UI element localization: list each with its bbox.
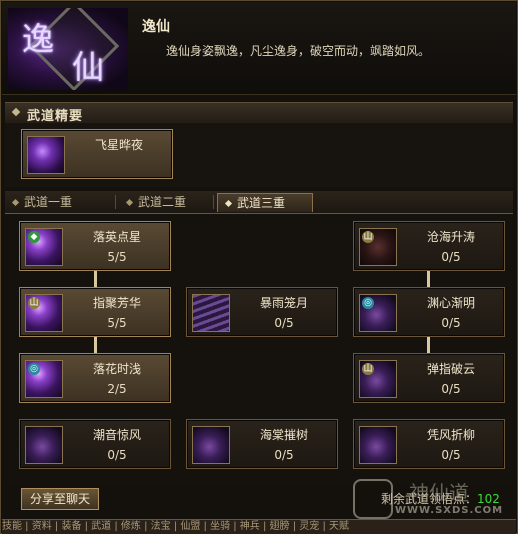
tier-tab-bar: 武道一重 武道二重 武道三重 — [5, 191, 513, 214]
school-description: 逸仙身姿飘逸，凡尘逸身，破空而动，飒踏如风。 — [166, 44, 431, 58]
storm-rain-skill-icon — [192, 294, 230, 332]
skill-level: 0/5 — [441, 382, 461, 396]
diamond-bullet-icon — [11, 198, 20, 206]
skill-level: 5/5 — [107, 250, 127, 264]
skill-level: 0/5 — [441, 250, 461, 264]
skill-level: 0/5 — [441, 448, 461, 462]
starry-night-skill-icon — [27, 136, 65, 174]
skill-name: 落英点星 — [92, 230, 141, 244]
element-badge-icon: ◎ — [28, 363, 40, 375]
skill-card-baoyu[interactable]: 暴雨笼月 0/5 — [186, 287, 338, 337]
skill-level: 0/5 — [274, 316, 294, 330]
element-badge-icon: 山 — [362, 231, 374, 243]
falling-petals-skill-icon: ◎ — [25, 360, 63, 398]
element-badge-icon: ◆ — [28, 231, 40, 243]
skill-card-luohua[interactable]: ◎ 落花时浅 2/5 — [19, 353, 171, 403]
wind-willow-skill-icon — [359, 426, 397, 464]
essence-panel: 飞星晔夜 — [5, 123, 513, 187]
finger-blossom-skill-icon: 山 — [25, 294, 63, 332]
skill-card-zhiju[interactable]: 山 指聚芳华 5/5 — [19, 287, 171, 337]
diamond-bullet-icon — [11, 107, 21, 117]
tree-connector — [94, 271, 97, 287]
skill-level: 2/5 — [107, 382, 127, 396]
skill-name: 沧海升涛 — [426, 230, 475, 244]
tab-tier-1-label: 武道一重 — [24, 195, 73, 209]
skill-card-chaoyin[interactable]: 潮音惊风 0/5 — [19, 419, 171, 469]
skill-name: 落花时浅 — [92, 362, 141, 376]
tab-tier-2[interactable]: 武道二重 — [119, 193, 211, 211]
tab-tier-3-label: 武道三重 — [237, 196, 286, 210]
crabapple-skill-icon — [192, 426, 230, 464]
tide-sound-skill-icon — [25, 426, 63, 464]
skill-name: 渊心渐明 — [426, 296, 475, 310]
tab-divider — [213, 195, 214, 209]
skill-card-pingfeng[interactable]: 凭风折柳 0/5 — [353, 419, 505, 469]
emblem-char-1: 逸 — [22, 20, 55, 58]
remaining-points-label: 剩余武道领悟点： — [381, 492, 478, 506]
essence-section-bar: 武道精要 — [5, 102, 513, 124]
tree-connector — [94, 337, 97, 353]
school-title: 逸仙 — [142, 19, 170, 35]
skill-card-yuanxin[interactable]: ◎ 渊心渐明 0/5 — [353, 287, 505, 337]
skill-card-luoying[interactable]: ◆ 落英点星 5/5 — [19, 221, 171, 271]
skill-card-tanzhi[interactable]: 山 弹指破云 0/5 — [353, 353, 505, 403]
ocean-wave-skill-icon: 山 — [359, 228, 397, 266]
tab-divider — [115, 195, 116, 209]
tree-connector — [427, 271, 430, 287]
skill-card-haitang[interactable]: 海棠摧树 0/5 — [186, 419, 338, 469]
element-badge-icon: 山 — [28, 297, 40, 309]
diamond-bullet-icon — [224, 199, 233, 207]
essence-skill-card[interactable]: 飞星晔夜 — [21, 129, 173, 179]
bottom-menu-strip[interactable]: 技能 | 资料 | 装备 | 武道 | 修炼 | 法宝 | 仙盟 | 坐骑 | … — [2, 519, 516, 534]
skill-name: 指聚芳华 — [92, 296, 141, 310]
falling-star-skill-icon: ◆ — [25, 228, 63, 266]
skill-header: 逸 仙 逸仙 逸仙身姿飘逸，凡尘逸身，破空而动，飒踏如风。 — [2, 2, 516, 95]
tab-tier-2-label: 武道二重 — [138, 195, 187, 209]
share-to-chat-button[interactable]: 分享至聊天 — [21, 488, 99, 510]
remaining-points: 剩余武道领悟点：102 — [381, 490, 500, 507]
remaining-points-value: 102 — [477, 492, 500, 506]
element-badge-icon: ◎ — [362, 297, 374, 309]
skill-name: 海棠摧树 — [259, 428, 308, 442]
element-badge-icon: 山 — [362, 363, 374, 375]
skill-card-canghai[interactable]: 山 沧海升涛 0/5 — [353, 221, 505, 271]
essence-section-label: 武道精要 — [27, 109, 84, 124]
skill-level: 0/5 — [441, 316, 461, 330]
skill-level: 0/5 — [107, 448, 127, 462]
abyss-heart-skill-icon: ◎ — [359, 294, 397, 332]
diamond-bullet-icon — [125, 198, 134, 206]
essence-skill-name: 飞星晔夜 — [94, 138, 143, 152]
skill-name: 暴雨笼月 — [259, 296, 308, 310]
tree-connector — [427, 337, 430, 353]
emblem-char-2: 仙 — [72, 48, 105, 86]
skill-name: 弹指破云 — [426, 362, 475, 376]
skill-window: 逸 仙 逸仙 逸仙身姿飘逸，凡尘逸身，破空而动，飒踏如风。 武道精要 飞星晔夜 … — [0, 0, 518, 534]
school-emblem: 逸 仙 — [8, 8, 128, 90]
tab-tier-1[interactable]: 武道一重 — [5, 193, 109, 211]
tab-tier-3[interactable]: 武道三重 — [217, 193, 313, 212]
skill-level: 0/5 — [274, 448, 294, 462]
finger-flick-skill-icon: 山 — [359, 360, 397, 398]
skill-level: 5/5 — [107, 316, 127, 330]
skill-name: 凭风折柳 — [426, 428, 475, 442]
skill-name: 潮音惊风 — [92, 428, 141, 442]
